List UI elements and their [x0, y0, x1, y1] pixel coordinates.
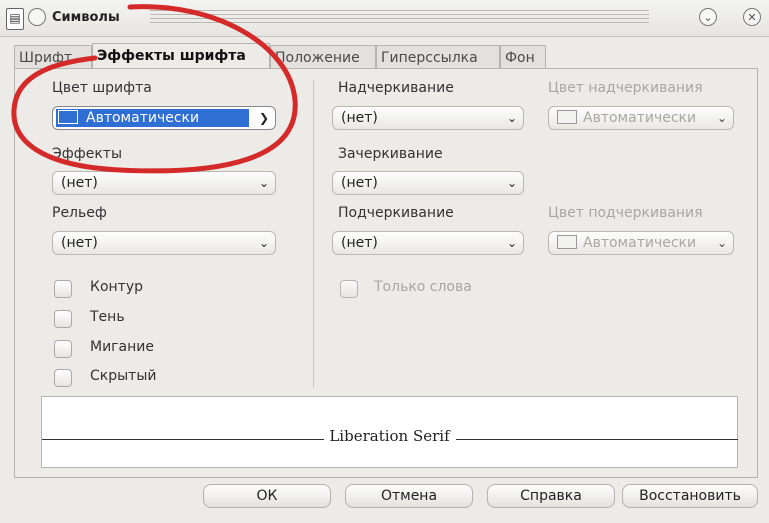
underline-select[interactable]: (нет) ⌄	[332, 231, 524, 255]
underline-color-select[interactable]: Автоматически ⌄	[548, 231, 734, 255]
title-bar-grip	[150, 10, 649, 26]
chevron-down-icon: ⌄	[258, 236, 269, 250]
close-icon: ✕	[747, 11, 757, 24]
tab-font-effects[interactable]: Эффекты шрифта	[92, 43, 270, 69]
cancel-button[interactable]: Отмена	[345, 484, 473, 508]
dialog-window: ▤ Символы ⌄ ✕ Шрифт Эффекты шрифта Полож…	[0, 0, 769, 523]
ok-button[interactable]: ОК	[203, 484, 331, 508]
underline-color-value: Автоматически	[583, 235, 697, 251]
chevron-down-icon: ⌄	[703, 11, 713, 24]
overline-value: (нет)	[341, 110, 378, 126]
contour-checkbox[interactable]	[54, 280, 72, 298]
preview-baseline-right	[456, 439, 738, 440]
tab-font[interactable]: Шрифт	[14, 45, 92, 69]
underline-label: Подчеркивание	[338, 205, 454, 221]
color-swatch-icon	[557, 235, 577, 249]
reset-button[interactable]: Восстановить	[622, 484, 758, 508]
strikethrough-value: (нет)	[341, 175, 378, 191]
effects-label: Эффекты	[52, 146, 122, 162]
chevron-down-icon: ⌄	[716, 111, 727, 125]
chevron-down-icon: ⌄	[258, 176, 269, 190]
chevron-down-icon: ⌄	[716, 236, 727, 250]
overline-color-select[interactable]: Автоматически ⌄	[548, 106, 734, 130]
shadow-checkbox[interactable]	[54, 310, 72, 328]
words-only-label: Только слова	[374, 279, 472, 295]
chevron-down-icon: ⌄	[506, 111, 517, 125]
strikethrough-select[interactable]: (нет) ⌄	[332, 171, 524, 195]
font-color-select[interactable]: Автоматически ❯	[52, 106, 276, 130]
tab-position[interactable]: Положение	[270, 45, 376, 69]
contour-label: Контур	[90, 279, 143, 295]
close-button[interactable]: ✕	[743, 8, 761, 26]
effects-select[interactable]: (нет) ⌄	[52, 171, 276, 195]
relief-value: (нет)	[61, 235, 98, 251]
overline-color-label: Цвет надчеркивания	[548, 80, 703, 96]
relief-label: Рельеф	[52, 205, 107, 221]
title-bar: ▤ Символы ⌄ ✕	[0, 0, 769, 37]
underline-value: (нет)	[341, 235, 378, 251]
chevron-down-icon: ⌄	[506, 236, 517, 250]
chevron-down-icon: ❯	[258, 111, 269, 125]
window-menu-button[interactable]	[28, 8, 46, 26]
font-color-label: Цвет шрифта	[52, 80, 152, 96]
words-only-checkbox[interactable]	[340, 280, 358, 298]
color-swatch-icon	[557, 110, 577, 124]
shadow-label: Тень	[90, 309, 125, 325]
document-icon: ▤	[6, 8, 24, 30]
relief-select[interactable]: (нет) ⌄	[52, 231, 276, 255]
font-preview: Liberation Serif	[41, 396, 738, 468]
chevron-down-icon: ⌄	[506, 176, 517, 190]
help-button[interactable]: Справка	[487, 484, 615, 508]
effects-value: (нет)	[61, 175, 98, 191]
overline-color-value: Автоматически	[583, 110, 697, 126]
hidden-checkbox[interactable]	[54, 369, 72, 387]
preview-text: Liberation Serif	[329, 427, 450, 445]
blinking-checkbox[interactable]	[54, 340, 72, 358]
underline-color-label: Цвет подчеркивания	[548, 205, 703, 221]
window-title: Символы	[52, 10, 120, 25]
hidden-label: Скрытый	[90, 368, 157, 384]
minimize-button[interactable]: ⌄	[699, 8, 717, 26]
tab-hyperlink[interactable]: Гиперссылка	[376, 45, 500, 69]
tab-background[interactable]: Фон	[500, 45, 546, 69]
strikethrough-label: Зачеркивание	[338, 146, 443, 162]
color-swatch-icon	[58, 110, 78, 124]
font-color-selected-value: Автоматически	[56, 109, 249, 127]
blinking-label: Мигание	[90, 339, 154, 355]
column-separator	[313, 80, 314, 388]
overline-select[interactable]: (нет) ⌄	[332, 106, 524, 130]
overline-label: Надчеркивание	[338, 80, 454, 96]
